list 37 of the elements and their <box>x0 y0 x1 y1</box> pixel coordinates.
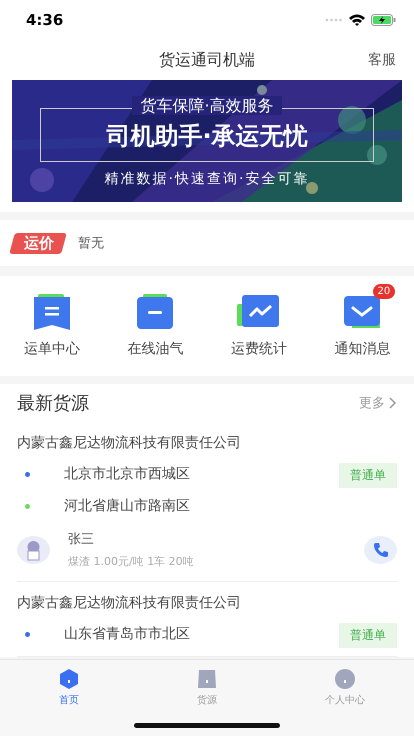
folder-icon <box>135 294 176 330</box>
count-badge: 20 <box>372 284 396 299</box>
status-time: 4:36 <box>26 11 64 29</box>
shortcut-item[interactable]: 在线油气 <box>127 294 184 358</box>
freight-tag: 运价 <box>9 232 67 254</box>
company-name: 内蒙古鑫尼达物流科技有限责任公司 <box>17 434 242 453</box>
address-text: 河北省唐山市路南区 <box>64 497 190 515</box>
address-text: 山东省青岛市市北区 <box>64 625 190 643</box>
chevron-icon <box>389 397 397 409</box>
section-title: 最新货源 <box>17 392 89 415</box>
cargo-detail: 煤渣 1.00元/吨 1车 20吨 <box>68 554 195 569</box>
company-name: 内蒙古鑫尼达物流科技有限责任公司 <box>17 594 242 613</box>
nav-title: 货运通司机端 <box>159 50 255 70</box>
phone-button[interactable] <box>364 536 397 564</box>
home-icon <box>58 668 80 690</box>
tab-item[interactable]: 首页 <box>0 660 138 736</box>
battery-icon <box>371 14 396 26</box>
contact-name: 张三 <box>68 531 95 548</box>
document-icon <box>32 294 72 330</box>
shortcut-item[interactable]: 运费统计 <box>230 294 287 358</box>
signal-icon <box>325 18 343 22</box>
chart-icon <box>236 294 281 330</box>
order-type-tag: 普通单 <box>339 463 397 488</box>
mail-icon <box>342 294 382 330</box>
user-icon <box>334 668 356 690</box>
freight-value: 暂无 <box>78 235 104 252</box>
order-type-tag: 普通单 <box>339 623 397 648</box>
customer-service-link[interactable]: 客服 <box>368 51 396 69</box>
banner-text: 货车保障·高效服务 <box>132 96 282 115</box>
box-icon <box>196 668 218 690</box>
banner-text: 精准数据·快速查询·安全可靠 <box>104 171 310 187</box>
banner-text: 司机助手·承运无忧 <box>106 122 308 150</box>
avatar-icon <box>17 536 50 564</box>
phone-icon <box>372 542 388 558</box>
address-text: 北京市北京市西城区 <box>64 465 190 483</box>
shortcut-item[interactable]: 运单中心 <box>24 294 80 358</box>
wifi-icon <box>349 14 365 26</box>
